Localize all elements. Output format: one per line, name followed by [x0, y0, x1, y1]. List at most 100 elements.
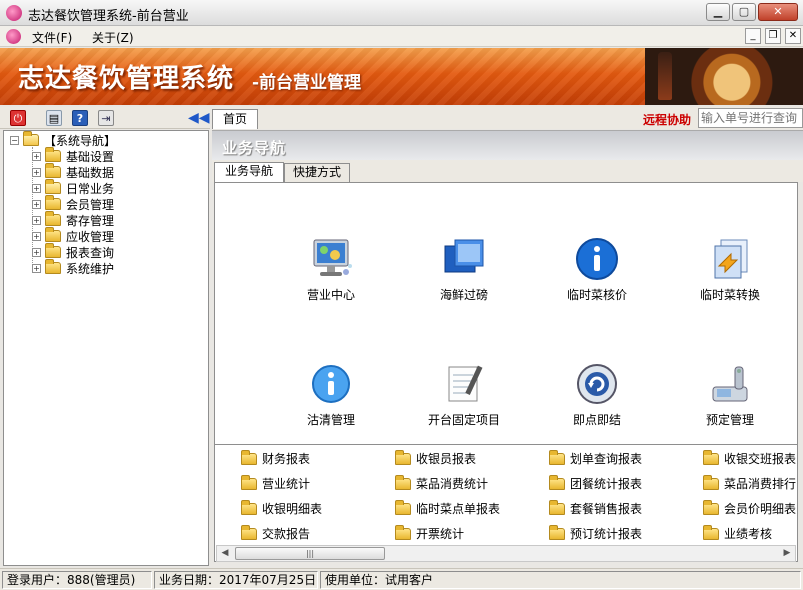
- feature-temp-dish-convert[interactable]: 临时菜转换: [675, 236, 785, 303]
- report-item[interactable]: 收银员报表: [395, 449, 476, 467]
- tree-root[interactable]: − 【系统导航】: [10, 131, 116, 148]
- tree-item-receivables[interactable]: + 应收管理: [32, 227, 114, 244]
- expand-icon[interactable]: +: [32, 263, 41, 273]
- feature-label: 开台固定项目: [427, 413, 500, 427]
- report-item[interactable]: 收银明细表: [241, 499, 322, 517]
- folder-icon: [549, 449, 565, 465]
- folder-icon: [395, 449, 411, 465]
- expand-icon[interactable]: +: [32, 199, 41, 209]
- expand-icon[interactable]: +: [32, 151, 41, 161]
- report-item[interactable]: 财务报表: [241, 449, 310, 467]
- report-item[interactable]: 菜品消费统计: [395, 474, 488, 492]
- folder-icon: [395, 524, 411, 540]
- report-item[interactable]: 开票统计: [395, 524, 464, 542]
- status-business-date: 业务日期：2017年07月25日: [154, 571, 318, 589]
- tree-item-daily-business[interactable]: + 日常业务: [32, 179, 114, 196]
- feature-fixed-items[interactable]: 开台固定项目: [409, 361, 519, 428]
- info-icon: [574, 236, 620, 282]
- scroll-thumb[interactable]: |||: [235, 547, 385, 560]
- folder-icon: [45, 163, 61, 178]
- banner-subtitle: -前台营业管理: [252, 73, 362, 93]
- mdi-close-button[interactable]: ✕: [785, 28, 801, 44]
- menu-about[interactable]: 关于(Z): [92, 29, 134, 46]
- report-item[interactable]: 团餐统计报表: [549, 474, 642, 492]
- feature-label: 临时菜核价: [566, 288, 627, 302]
- report-item[interactable]: 临时菜点单报表: [395, 499, 500, 517]
- nav-header: 业务导航: [212, 130, 803, 160]
- expand-icon[interactable]: +: [32, 231, 41, 241]
- app-icon: [6, 5, 22, 21]
- folder-icon: [241, 449, 257, 465]
- expand-icon[interactable]: +: [32, 215, 41, 225]
- navigation-tree: − 【系统导航】 + 基础设置 + 基础数据 + 日常业务 + 会员管理 + 寄…: [3, 130, 209, 566]
- collapse-panel-icon[interactable]: ◀◀: [188, 110, 210, 126]
- report-item[interactable]: 交款报告: [241, 524, 310, 542]
- tree-item-storage-management[interactable]: + 寄存管理: [32, 211, 114, 228]
- printer-icon[interactable]: ▤: [46, 110, 62, 126]
- folder-open-icon: [45, 179, 61, 194]
- folder-open-icon: [23, 131, 39, 146]
- notepad-icon: [441, 361, 487, 407]
- feature-sold-out-management[interactable]: 沽清管理: [276, 361, 386, 428]
- title-bar: 志达餐饮管理系统-前台营业 ▁ ▢ ✕: [0, 0, 803, 26]
- exit-icon[interactable]: ⇥: [98, 110, 114, 126]
- report-item[interactable]: 套餐销售报表: [549, 499, 642, 517]
- tree-item-reports[interactable]: + 报表查询: [32, 243, 114, 260]
- report-item[interactable]: 收银交班报表: [703, 449, 796, 467]
- tab-home[interactable]: 首页: [212, 109, 258, 129]
- sub-tabstrip: 业务导航 快捷方式: [212, 160, 803, 183]
- maximize-button[interactable]: ▢: [732, 3, 756, 21]
- tree-item-system-maintenance[interactable]: + 系统维护: [32, 259, 114, 276]
- refresh-icon: [574, 361, 620, 407]
- tab-business-nav[interactable]: 业务导航: [214, 162, 284, 183]
- folder-icon: [45, 259, 61, 274]
- folder-icon: [703, 499, 719, 515]
- report-item[interactable]: 预订统计报表: [549, 524, 642, 542]
- feature-instant-checkout[interactable]: 即点即结: [542, 361, 652, 428]
- tree-item-member-management[interactable]: + 会员管理: [32, 195, 114, 212]
- watermark-logo: [682, 520, 792, 570]
- minimize-button[interactable]: ▁: [706, 3, 730, 21]
- tree-item-basic-data[interactable]: + 基础数据: [32, 163, 114, 180]
- menu-file[interactable]: 文件(F): [32, 29, 72, 46]
- expand-icon[interactable]: +: [32, 247, 41, 257]
- window-title: 志达餐饮管理系统-前台营业: [28, 9, 189, 24]
- tree-item-basic-settings[interactable]: + 基础设置: [32, 147, 114, 164]
- feature-label: 即点即结: [572, 413, 621, 427]
- remote-assist-link[interactable]: 远程协助: [643, 111, 691, 128]
- folder-icon: [241, 474, 257, 490]
- folder-icon: [703, 474, 719, 490]
- collapse-icon[interactable]: −: [10, 135, 19, 145]
- feature-business-center[interactable]: 营业中心: [276, 236, 386, 303]
- expand-icon[interactable]: +: [32, 167, 41, 177]
- status-bar: 登录用户：888(管理员) 业务日期：2017年07月25日 使用单位：试用客户: [0, 568, 803, 590]
- feature-reservation-management[interactable]: 预定管理: [675, 361, 785, 428]
- status-user: 登录用户：888(管理员): [2, 571, 152, 589]
- feature-temp-dish-price[interactable]: 临时菜核价: [542, 236, 652, 303]
- report-item[interactable]: 会员价明细表: [703, 499, 796, 517]
- folder-icon: [703, 449, 719, 465]
- close-button[interactable]: ✕: [758, 3, 798, 21]
- app-menu-icon[interactable]: [6, 29, 21, 44]
- mdi-restore-button[interactable]: ❐: [765, 28, 781, 44]
- banner-title: 志达餐饮管理系统: [18, 64, 235, 94]
- windows-icon: [441, 236, 487, 282]
- expand-icon[interactable]: +: [32, 183, 41, 193]
- folder-icon: [45, 243, 61, 258]
- tab-shortcuts[interactable]: 快捷方式: [284, 163, 350, 182]
- scroll-left-icon[interactable]: ◀: [218, 547, 232, 560]
- power-icon[interactable]: ⏻: [10, 110, 26, 126]
- order-search-input[interactable]: [698, 108, 803, 128]
- folder-icon: [549, 524, 565, 540]
- header-banner: 志达餐饮管理系统 -前台营业管理: [0, 48, 803, 105]
- document-tabstrip: 首页 远程协助: [212, 107, 803, 129]
- folder-icon: [45, 147, 61, 162]
- feature-seafood-weigh[interactable]: 海鲜过磅: [409, 236, 519, 303]
- folder-icon: [45, 227, 61, 242]
- folder-icon: [241, 499, 257, 515]
- help-icon[interactable]: ?: [72, 110, 88, 126]
- mdi-minimize-button[interactable]: _: [745, 28, 761, 44]
- report-item[interactable]: 菜品消费排行: [703, 474, 796, 492]
- report-item[interactable]: 营业统计: [241, 474, 310, 492]
- report-item[interactable]: 划单查询报表: [549, 449, 642, 467]
